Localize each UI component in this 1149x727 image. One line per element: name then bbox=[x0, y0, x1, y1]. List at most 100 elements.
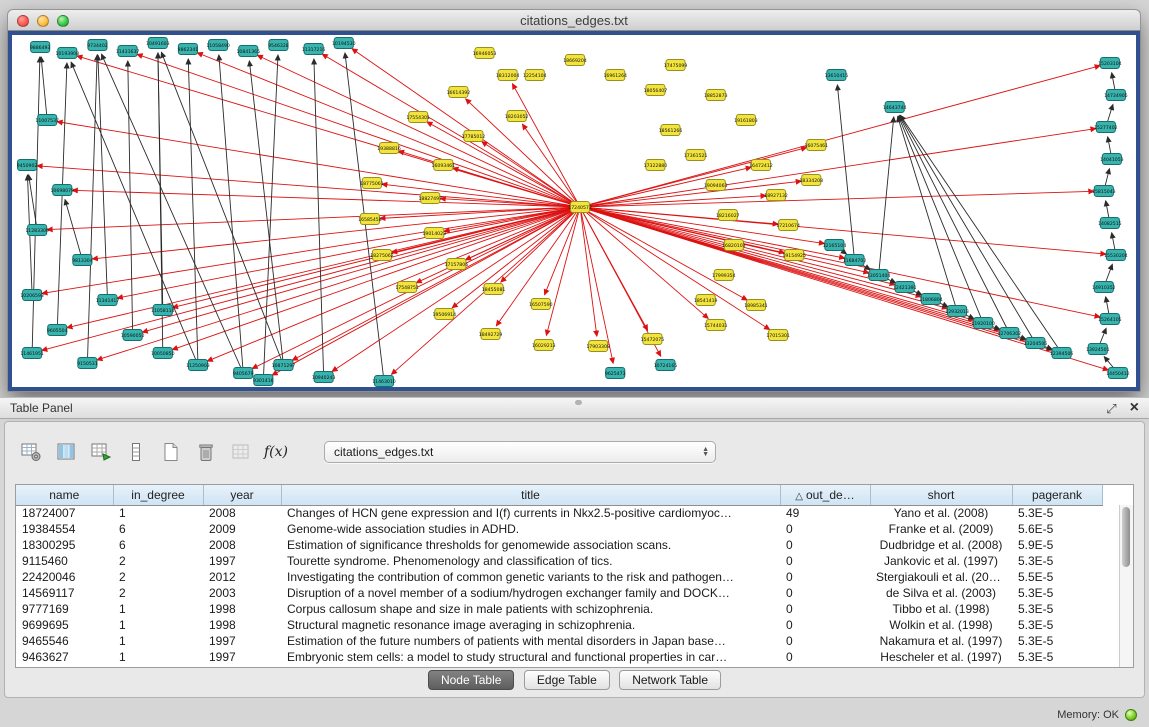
graph-node[interactable]: 16472412 bbox=[749, 160, 773, 171]
graph-edge[interactable] bbox=[207, 207, 580, 361]
tab-network-table[interactable]: Network Table bbox=[619, 670, 721, 690]
table-row[interactable]: 2242004622012Investigating the contribut… bbox=[16, 569, 1102, 585]
graph-node[interactable]: 12165104 bbox=[823, 240, 847, 251]
close-window-button[interactable] bbox=[17, 15, 29, 27]
table-row[interactable]: 1872400712008Changes of HCN gene express… bbox=[16, 505, 1102, 521]
graph-node[interactable]: 18852873 bbox=[704, 90, 728, 101]
graph-node[interactable]: 9450902 bbox=[17, 160, 38, 171]
column-header-in-degree[interactable]: in_degree bbox=[113, 485, 203, 505]
graph-edge[interactable] bbox=[580, 207, 947, 308]
graph-edge[interactable] bbox=[102, 54, 244, 373]
graph-node[interactable]: 10724165 bbox=[654, 360, 678, 371]
graph-node[interactable]: 13051404 bbox=[867, 270, 891, 281]
graph-node[interactable]: 18203052 bbox=[505, 111, 529, 122]
graph-node[interactable]: 16946053 bbox=[473, 48, 497, 59]
new-column-icon[interactable] bbox=[159, 440, 183, 464]
network-graph-canvas[interactable]: 1724057318312004166143921755430119388816… bbox=[12, 35, 1136, 387]
tab-node-table[interactable]: Node Table bbox=[428, 670, 515, 690]
table-settings-icon[interactable] bbox=[19, 440, 43, 464]
network-table-selector[interactable]: citations_edges.txt ▲▼ bbox=[324, 441, 716, 463]
table-row[interactable]: 946554611997Estimation of the future num… bbox=[16, 633, 1102, 649]
graph-node[interactable]: 19388816 bbox=[377, 143, 401, 154]
graph-node[interactable]: 12932013 bbox=[945, 306, 969, 317]
graph-node[interactable]: 14450412 bbox=[1106, 368, 1130, 379]
graph-node[interactable]: 9813304 bbox=[72, 255, 93, 266]
graph-node[interactable]: 14643744 bbox=[883, 102, 907, 113]
graph-node[interactable]: 18455081 bbox=[482, 284, 506, 295]
graph-node[interactable]: 17475099 bbox=[664, 60, 688, 71]
graph-node[interactable]: 12706302 bbox=[998, 328, 1022, 339]
table-scrollbar[interactable] bbox=[1119, 505, 1133, 667]
graph-edge[interactable] bbox=[65, 200, 82, 260]
edit-table-icon[interactable] bbox=[89, 440, 113, 464]
graph-node[interactable]: 10194530 bbox=[332, 38, 356, 49]
graph-edge[interactable] bbox=[580, 191, 1094, 207]
graph-node[interactable]: 18541419 bbox=[694, 295, 718, 306]
graph-node[interactable]: 12254104 bbox=[523, 70, 547, 81]
graph-node[interactable]: 17361521 bbox=[684, 150, 708, 161]
graph-node[interactable]: 10206593 bbox=[20, 290, 44, 301]
graph-node[interactable]: 13924501 bbox=[1086, 344, 1110, 355]
graph-node[interactable]: 18216027 bbox=[716, 210, 740, 221]
graph-node[interactable]: 10698079 bbox=[51, 185, 75, 196]
splitter-drag-handle[interactable] bbox=[575, 400, 582, 405]
graph-edge[interactable] bbox=[37, 166, 580, 207]
graph-edge[interactable] bbox=[879, 117, 894, 275]
graph-edge[interactable] bbox=[580, 207, 613, 363]
graph-node[interactable]: 9405679 bbox=[233, 368, 254, 379]
graph-node[interactable]: 9605504 bbox=[47, 325, 68, 336]
graph-node[interactable]: 18312004 bbox=[496, 70, 520, 81]
graph-edge[interactable] bbox=[71, 62, 198, 365]
graph-node[interactable]: 17240573 bbox=[568, 202, 592, 213]
graph-node[interactable]: 15203104 bbox=[1098, 58, 1122, 69]
graph-node[interactable]: 15744031 bbox=[704, 320, 728, 331]
column-header-short[interactable]: short bbox=[870, 485, 1012, 505]
graph-node[interactable]: 11058490 bbox=[206, 40, 230, 51]
graph-node[interactable]: 18775061 bbox=[360, 178, 384, 189]
graph-node[interactable]: 11317216 bbox=[302, 44, 326, 55]
column-header-pagerank[interactable]: pagerank bbox=[1012, 485, 1102, 505]
graph-node[interactable]: 14082515 bbox=[1098, 218, 1122, 229]
show-columns-icon[interactable] bbox=[54, 440, 78, 464]
graph-node[interactable]: 17322880 bbox=[644, 160, 668, 171]
column-header-title[interactable]: title bbox=[281, 485, 780, 505]
table-row[interactable]: 1830029562008Estimation of significance … bbox=[16, 537, 1102, 553]
graph-node[interactable]: 10871297 bbox=[272, 360, 296, 371]
graph-node[interactable]: 10940243 bbox=[312, 372, 336, 383]
graph-node[interactable]: 17015301 bbox=[766, 330, 790, 341]
table-scrollbar-thumb[interactable] bbox=[1122, 507, 1130, 567]
graph-node[interactable]: 11283309 bbox=[25, 225, 49, 236]
graph-node[interactable]: 9862341 bbox=[178, 44, 199, 55]
graph-node[interactable]: 15472075 bbox=[641, 334, 665, 345]
graph-node[interactable]: 19154925 bbox=[782, 250, 806, 261]
graph-node[interactable]: 11431637 bbox=[116, 46, 140, 57]
graph-node[interactable]: 9734402 bbox=[87, 40, 108, 51]
graph-edge[interactable] bbox=[87, 55, 97, 363]
graph-node[interactable]: 14734905 bbox=[1104, 90, 1128, 101]
graph-node[interactable]: 18492729 bbox=[479, 329, 503, 340]
graph-node[interactable]: 19506914 bbox=[433, 309, 457, 320]
graph-edge[interactable] bbox=[580, 207, 1100, 317]
table-row[interactable]: 946362711997Embryonic stem cells: a mode… bbox=[16, 649, 1102, 665]
graph-node[interactable]: 17210674 bbox=[776, 220, 800, 231]
graph-node[interactable]: 18334208 bbox=[800, 175, 824, 186]
graph-node[interactable]: 10193908 bbox=[56, 48, 80, 59]
graph-node[interactable]: 17157806 bbox=[445, 259, 469, 270]
graph-edge[interactable] bbox=[580, 207, 784, 253]
graph-node[interactable]: 11806804 bbox=[919, 294, 943, 305]
table-row[interactable]: 977716911998Corpus callosum shape and si… bbox=[16, 601, 1102, 617]
graph-edge[interactable] bbox=[545, 207, 580, 295]
graph-node[interactable]: 11007537 bbox=[35, 115, 59, 126]
window-titlebar[interactable]: citations_edges.txt bbox=[7, 9, 1141, 31]
graph-node[interactable]: 18275062 bbox=[370, 250, 394, 261]
table-row[interactable]: 1938455462009Genome-wide association stu… bbox=[16, 521, 1102, 537]
graph-edge[interactable] bbox=[352, 49, 580, 207]
graph-node[interactable]: 17903308 bbox=[586, 341, 610, 352]
graph-node[interactable]: 13204506 bbox=[1024, 338, 1048, 349]
graph-edge[interactable] bbox=[580, 196, 766, 207]
graph-edge[interactable] bbox=[41, 57, 47, 120]
graph-node[interactable]: 18056407 bbox=[644, 85, 668, 96]
graph-node[interactable]: 19094063 bbox=[704, 180, 728, 191]
graph-node[interactable]: 12394506 bbox=[1050, 348, 1074, 359]
graph-node[interactable]: 16614392 bbox=[447, 87, 471, 98]
